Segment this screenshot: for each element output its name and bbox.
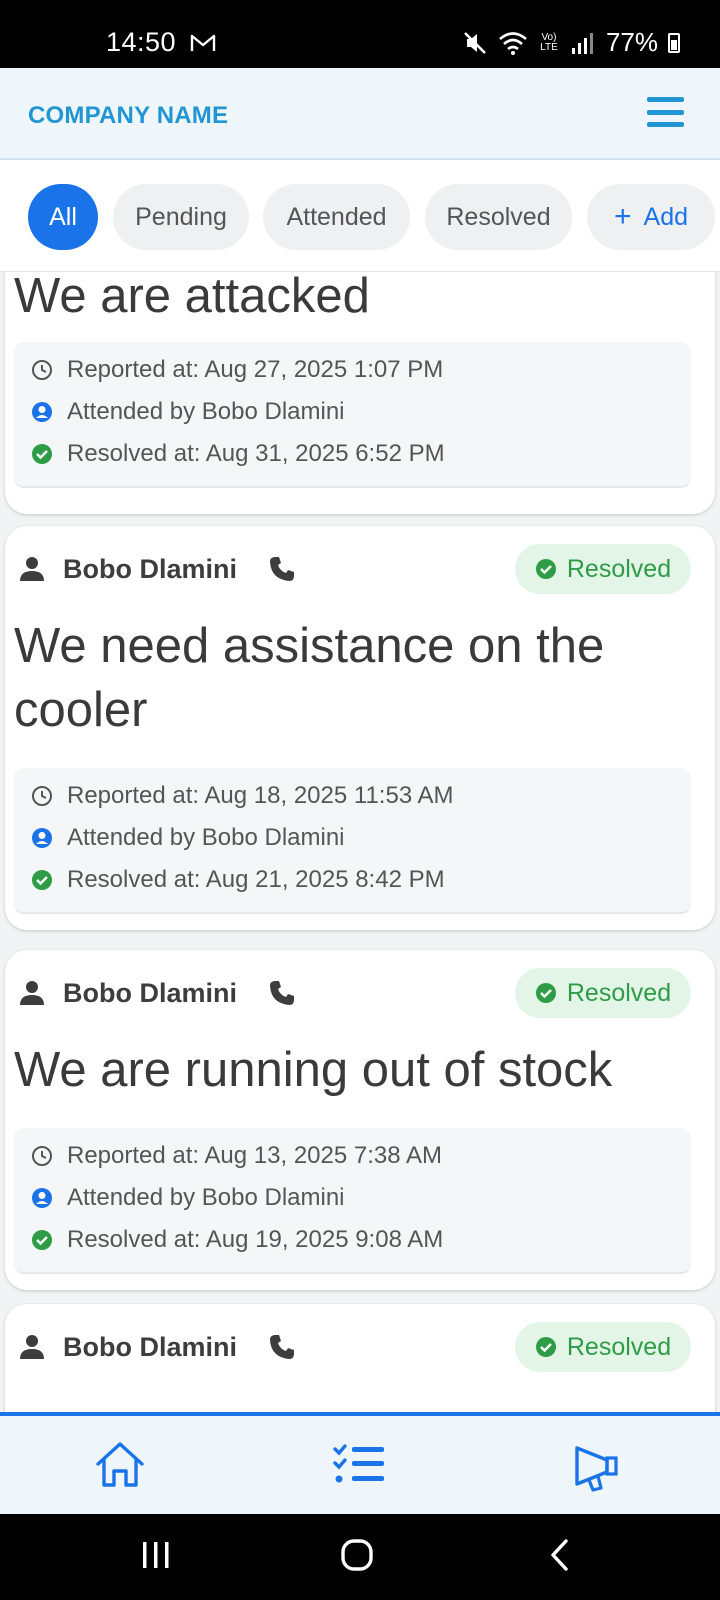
check-circle-icon (32, 1230, 52, 1250)
reported-at: Reported at: Aug 18, 2025 11:53 AM (67, 782, 454, 809)
back-icon[interactable] (548, 1538, 572, 1572)
bottom-nav (0, 1412, 720, 1514)
check-circle-icon (32, 870, 52, 890)
app-header: COMPANY NAME (0, 68, 720, 160)
system-nav-bar (0, 1514, 720, 1600)
add-label: Add (643, 202, 688, 231)
clock-icon (32, 1146, 52, 1166)
clock-icon (32, 360, 52, 380)
ticket-title: We are attacked (14, 272, 370, 323)
reported-at: Reported at: Aug 13, 2025 7:38 AM (67, 1142, 442, 1169)
ticket-card[interactable]: We are attacked Reported at: Aug 27, 202… (5, 272, 715, 514)
status-badge: Resolved (515, 1322, 691, 1372)
home-button-icon[interactable] (340, 1538, 374, 1572)
person-icon (20, 981, 44, 1005)
status-time: 14:50 (106, 27, 216, 58)
ticket-info: Reported at: Aug 13, 2025 7:38 AM Attend… (14, 1128, 691, 1274)
filter-chip-attended[interactable]: Attended (263, 184, 410, 250)
attended-by: Attended by Bobo Dlamini (67, 824, 345, 851)
reporter-name: Bobo Dlamini (63, 1332, 237, 1362)
plus-icon: + (613, 200, 632, 233)
resolved-at: Resolved at: Aug 31, 2025 6:52 PM (67, 440, 445, 467)
checklist-icon[interactable] (333, 1438, 387, 1492)
person-icon (20, 557, 44, 581)
mail-icon (190, 34, 216, 51)
ticket-list: We are attacked Reported at: Aug 27, 202… (0, 272, 720, 1412)
reporter-name: Bobo Dlamini (63, 978, 237, 1008)
check-circle-icon (535, 559, 556, 579)
filter-chip-all[interactable]: All (28, 184, 98, 250)
ticket-card[interactable]: Bobo Dlamini Resolved We need assistance… (5, 526, 715, 930)
user-circle-icon (32, 828, 52, 848)
wifi-icon (499, 31, 527, 55)
signal-icon (571, 32, 593, 54)
user-circle-icon (32, 402, 52, 422)
filter-bar: All Pending Attended Resolved + Add (0, 160, 720, 272)
filter-chip-resolved[interactable]: Resolved (425, 184, 572, 250)
resolved-at: Resolved at: Aug 19, 2025 9:08 AM (67, 1226, 444, 1253)
status-badge: Resolved (515, 968, 691, 1018)
company-name: COMPANY NAME (28, 102, 229, 129)
ticket-title: We are running out of stock (14, 1043, 613, 1097)
attended-by: Attended by Bobo Dlamini (67, 1184, 345, 1211)
status-icons: Vo) LTE 77% (462, 27, 680, 58)
user-circle-icon (32, 1188, 52, 1208)
add-ticket-button[interactable]: + Add (587, 184, 715, 250)
mute-icon (464, 31, 486, 54)
resolved-at: Resolved at: Aug 21, 2025 8:42 PM (67, 866, 445, 893)
hamburger-menu-icon[interactable] (647, 97, 684, 127)
ticket-info: Reported at: Aug 27, 2025 1:07 PM Attend… (14, 342, 691, 488)
battery-percent: 77% (605, 27, 658, 57)
person-icon (20, 1335, 44, 1359)
status-badge: Resolved (515, 544, 691, 594)
phone-icon[interactable] (267, 978, 297, 1008)
ticket-card[interactable]: Bobo Dlamini Resolved (5, 1304, 715, 1412)
ticket-card[interactable]: Bobo Dlamini Resolved We are running out… (5, 950, 715, 1290)
phone-icon[interactable] (267, 1332, 297, 1362)
volte-label: Vo) LTE (540, 31, 558, 53)
check-circle-icon (32, 444, 52, 464)
phone-icon[interactable] (267, 554, 297, 584)
ticket-title: We need assistance on the cooler (14, 619, 605, 737)
ticket-info: Reported at: Aug 18, 2025 11:53 AM Atten… (14, 768, 691, 914)
clock-icon (32, 786, 52, 806)
check-circle-icon (535, 1337, 556, 1357)
status-bar: 14:50 Vo) LTE 77% (0, 0, 720, 68)
check-circle-icon (535, 983, 556, 1003)
home-icon[interactable] (93, 1438, 147, 1492)
reporter-name: Bobo Dlamini (63, 554, 237, 584)
recent-apps-icon[interactable] (140, 1538, 172, 1572)
battery-icon (668, 32, 680, 53)
attended-by: Attended by Bobo Dlamini (67, 398, 345, 425)
megaphone-icon[interactable] (573, 1438, 627, 1492)
reported-at: Reported at: Aug 27, 2025 1:07 PM (67, 356, 444, 383)
filter-chip-pending[interactable]: Pending (113, 184, 249, 250)
